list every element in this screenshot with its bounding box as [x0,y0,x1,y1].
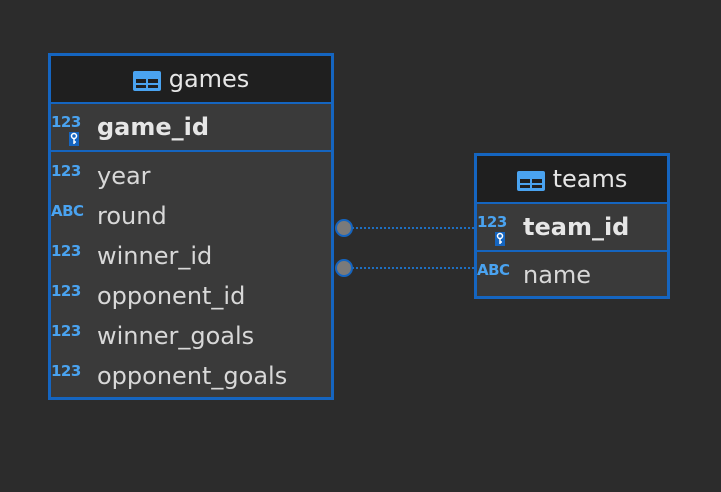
column-row[interactable]: ABC round [51,196,331,236]
entity-games[interactable]: games 123 game_id 123 year ABC round 123… [48,53,334,400]
numeric-type-icon: 123 [51,162,81,180]
column-row[interactable]: 123 year [51,156,331,196]
text-type-icon: ABC [477,261,510,279]
entity-teams-header[interactable]: teams [477,156,667,204]
table-icon [132,69,161,91]
column-name: winner_id [97,242,213,270]
column-row[interactable]: 123 opponent_id [51,276,331,316]
relationship-endpoint-winner[interactable] [335,219,353,237]
column-row[interactable]: ABC name [477,252,667,298]
column-name: opponent_goals [97,362,288,390]
numeric-type-icon: 123 [51,242,81,260]
numeric-type-icon: 123 [51,362,81,380]
column-row-pk[interactable]: 123 team_id [477,204,667,252]
numeric-type-icon: 123 [477,213,523,246]
entity-teams-title: teams [552,165,628,193]
column-name: round [97,202,167,230]
entity-teams[interactable]: teams 123 team_id ABC name [474,153,670,299]
entity-games-header[interactable]: games [51,56,331,104]
numeric-type-icon: 123 [51,113,97,146]
column-row[interactable]: 123 opponent_goals [51,356,331,396]
relationship-endpoint-opponent[interactable] [335,259,353,277]
column-name: year [97,162,151,190]
column-list: 123 year ABC round 123 winner_id 123 opp… [51,152,331,396]
numeric-type-icon: 123 [51,322,81,340]
column-row[interactable]: 123 winner_id [51,236,331,276]
text-type-icon: ABC [51,202,84,220]
primary-key-icon [69,124,79,152]
column-name: opponent_id [97,282,246,310]
column-name: name [523,261,592,289]
table-icon [516,169,545,191]
numeric-type-icon: 123 [51,282,81,300]
column-row[interactable]: 123 winner_goals [51,316,331,356]
column-name: team_id [523,213,630,241]
entity-games-title: games [168,65,250,93]
column-name: game_id [97,113,210,141]
column-row-pk[interactable]: 123 game_id [51,104,331,152]
primary-key-icon [495,224,505,252]
column-name: winner_goals [97,322,255,350]
